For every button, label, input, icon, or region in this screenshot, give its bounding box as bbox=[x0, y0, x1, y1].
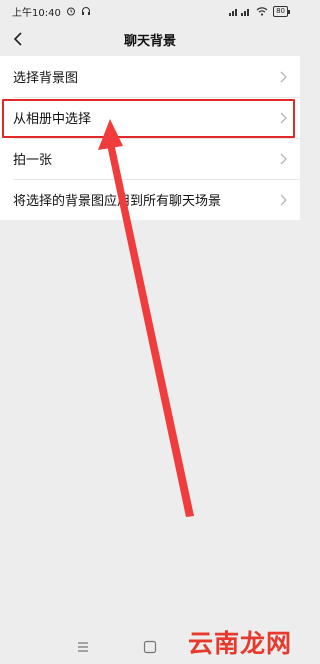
menu-item-apply-to-all-chats[interactable]: 将选择的背景图应用到所有聊天场景 bbox=[0, 179, 300, 220]
chevron-right-icon bbox=[280, 153, 287, 164]
wifi-icon bbox=[256, 7, 268, 16]
page-title: 聊天背景 bbox=[123, 33, 176, 49]
menu-item-label: 选择背景图 bbox=[13, 71, 79, 86]
status-bar: 上午10:40 80 bbox=[0, 0, 300, 22]
watermark: 云南龙网 bbox=[187, 629, 292, 658]
signal-icon bbox=[229, 9, 250, 16]
chevron-right-icon bbox=[280, 71, 287, 82]
menu-item-choose-from-album[interactable]: 从相册中选择 bbox=[0, 97, 300, 138]
chevron-right-icon bbox=[280, 194, 287, 205]
chevron-right-icon bbox=[280, 112, 287, 123]
menu-item-label: 将选择的背景图应用到所有聊天场景 bbox=[13, 194, 222, 209]
menu-list: 选择背景图 从相册中选择 拍一张 将选择的背景图应用到所有聊天场景 bbox=[0, 56, 300, 220]
menu-item-take-photo[interactable]: 拍一张 bbox=[0, 138, 300, 179]
headphones-icon bbox=[81, 7, 90, 15]
battery-icon: 80 bbox=[273, 5, 290, 17]
menu-item-choose-background[interactable]: 选择背景图 bbox=[0, 56, 300, 97]
title-bar: 聊天背景 bbox=[0, 22, 300, 56]
alarm-icon bbox=[66, 7, 75, 16]
home-nav-icon[interactable] bbox=[141, 638, 159, 656]
menu-item-label: 从相册中选择 bbox=[13, 112, 92, 127]
status-left: 上午10:40 bbox=[12, 4, 91, 19]
back-icon bbox=[13, 32, 22, 46]
status-right: 80 bbox=[229, 5, 290, 17]
menu-item-label: 拍一张 bbox=[13, 153, 53, 168]
menu-nav-icon[interactable] bbox=[74, 638, 92, 656]
status-time: 上午10:40 bbox=[12, 7, 61, 19]
back-button[interactable] bbox=[4, 25, 32, 53]
